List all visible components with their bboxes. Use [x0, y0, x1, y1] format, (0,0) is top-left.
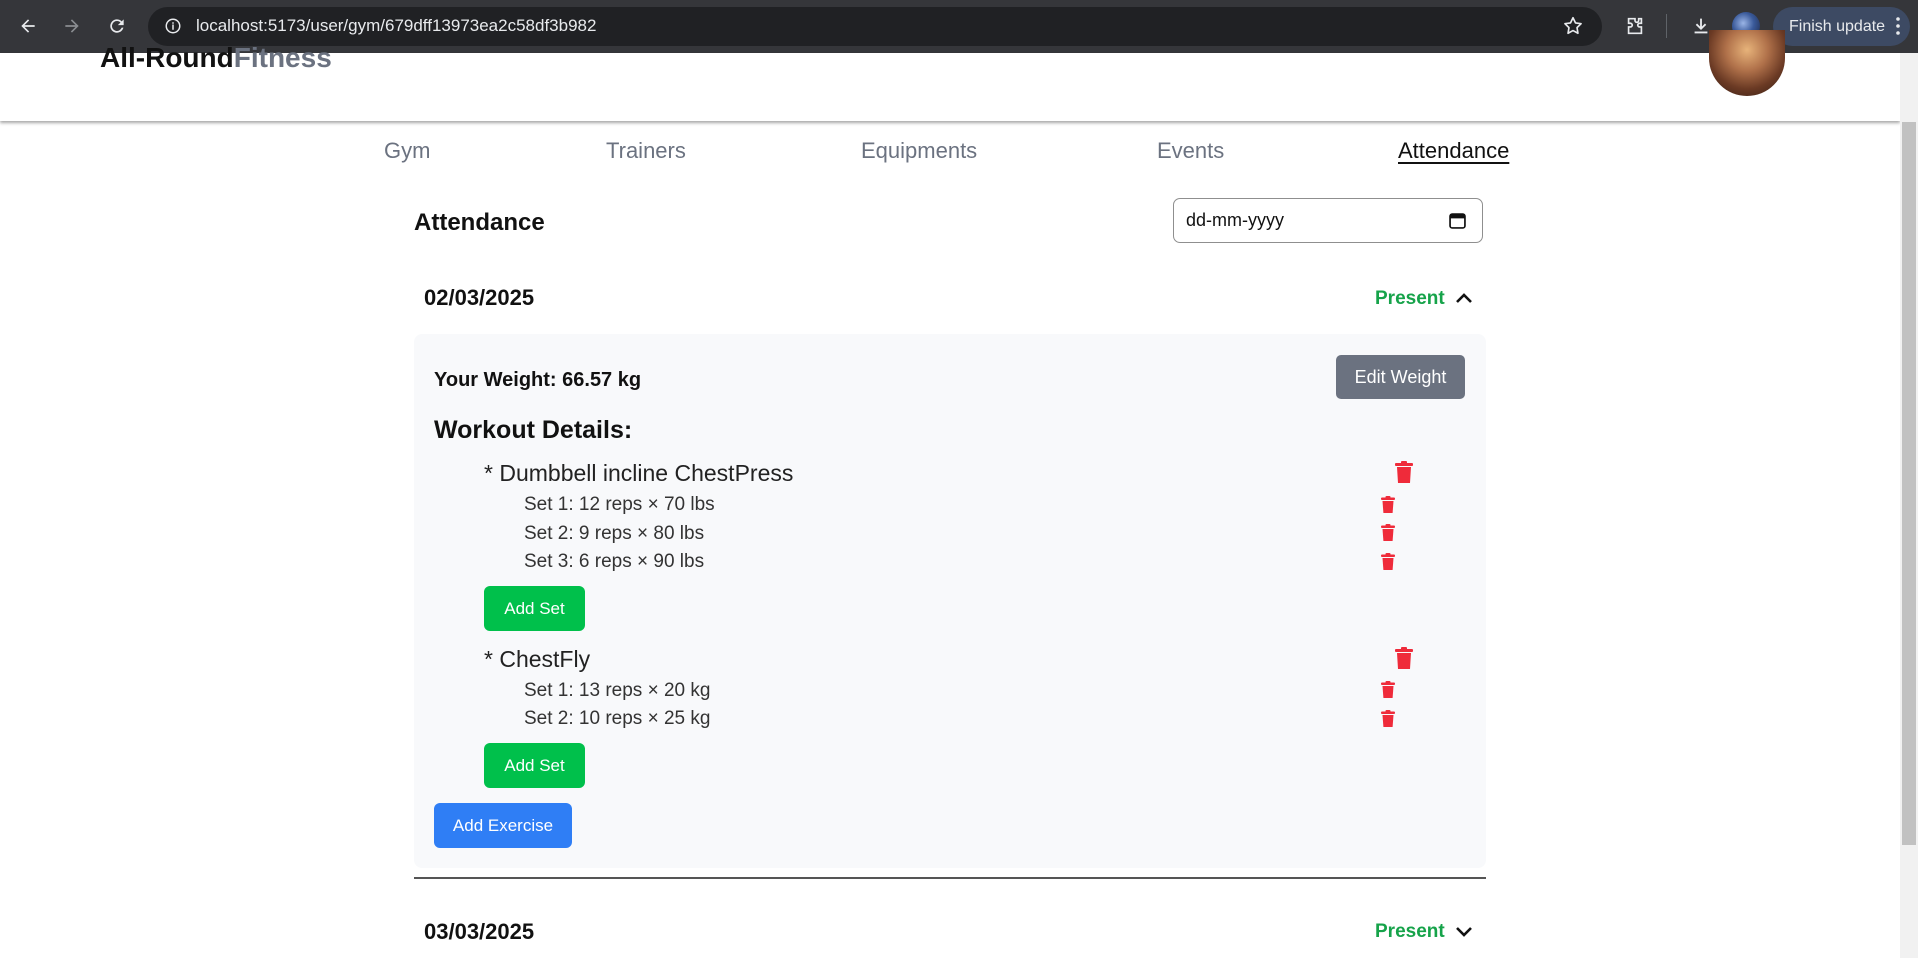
calendar-icon[interactable] — [1449, 212, 1466, 229]
date-placeholder: dd-mm-yyyy — [1186, 210, 1284, 230]
delete-set-icon[interactable] — [1381, 681, 1395, 698]
delete-set-icon[interactable] — [1381, 524, 1395, 541]
set-item: Set 1: 12 reps × 70 lbs — [524, 494, 715, 515]
attendance-date: 03/03/2025 — [424, 919, 535, 944]
reload-icon[interactable] — [101, 10, 133, 42]
status-badge: Present — [1375, 921, 1445, 942]
tab-events[interactable]: Events — [1157, 138, 1224, 164]
delete-set-icon[interactable] — [1381, 710, 1395, 727]
add-exercise-button[interactable]: Add Exercise — [434, 803, 572, 848]
weight-text: Your Weight: 66.57 kg — [434, 369, 642, 391]
forward-icon[interactable] — [56, 10, 88, 42]
exercise-name: * Dumbbell incline ChestPress — [484, 460, 794, 486]
more-menu-icon[interactable] — [1896, 17, 1900, 35]
edit-weight-button[interactable]: Edit Weight — [1336, 355, 1465, 399]
finish-update-button[interactable]: Finish update — [1773, 7, 1910, 46]
set-item: Set 3: 6 reps × 90 lbs — [524, 551, 705, 572]
add-set-button[interactable]: Add Set — [484, 586, 585, 631]
delete-set-icon[interactable] — [1381, 496, 1395, 513]
back-icon[interactable] — [12, 10, 44, 42]
delete-exercise-icon[interactable] — [1395, 647, 1413, 669]
bookmark-star-icon[interactable] — [1559, 12, 1587, 40]
tab-equipments[interactable]: Equipments — [861, 138, 977, 164]
status-badge: Present — [1375, 288, 1445, 309]
tab-trainers[interactable]: Trainers — [606, 138, 686, 164]
add-set-button[interactable]: Add Set — [484, 743, 585, 788]
url-text[interactable]: localhost:5173/user/gym/679dff13973ea2c5… — [196, 15, 596, 37]
scrollbar-thumb[interactable] — [1902, 122, 1916, 845]
delete-exercise-icon[interactable] — [1395, 461, 1413, 483]
chevron-down-icon[interactable] — [1455, 922, 1473, 940]
attendance-date: 02/03/2025 — [424, 285, 535, 310]
page-title: Attendance — [414, 209, 545, 236]
set-item: Set 2: 9 reps × 80 lbs — [524, 523, 705, 544]
workout-details-heading: Workout Details: — [434, 416, 633, 444]
tab-attendance[interactable]: Attendance — [1398, 138, 1509, 164]
set-item: Set 2: 10 reps × 25 kg — [524, 708, 711, 729]
brand-part1: All-Round — [100, 42, 234, 73]
toolbar-divider — [1666, 14, 1667, 38]
day-divider — [414, 877, 1486, 879]
date-filter-input[interactable]: dd-mm-yyyy — [1173, 198, 1483, 243]
brand-logo[interactable]: All-RoundFitness — [100, 42, 332, 74]
site-info-icon[interactable] — [163, 16, 183, 36]
tab-gym[interactable]: Gym — [384, 138, 430, 164]
delete-set-icon[interactable] — [1381, 553, 1395, 570]
extensions-icon[interactable] — [1621, 12, 1649, 40]
exercise-name: * ChestFly — [484, 646, 591, 672]
set-item: Set 1: 13 reps × 20 kg — [524, 680, 711, 701]
finish-update-label: Finish update — [1789, 17, 1886, 35]
chevron-up-icon[interactable] — [1455, 290, 1473, 308]
brand-part2: Fitness — [233, 42, 332, 73]
